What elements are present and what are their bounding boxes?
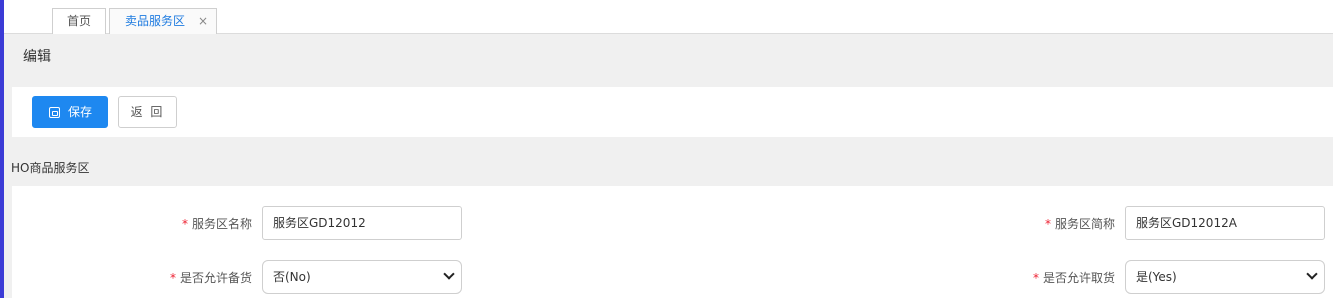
service-area-name-label-text: 服务区名称 <box>191 217 252 231</box>
back-button[interactable]: 返 回 <box>118 96 177 128</box>
allow-pickup-select[interactable]: 是(Yes) <box>1125 260 1325 294</box>
required-mark: * <box>181 217 188 231</box>
chevron-down-icon <box>443 268 455 280</box>
service-area-short-name-label: * 服务区简称 <box>1025 215 1115 232</box>
toolbar: 保存 返 回 <box>12 87 1333 137</box>
required-mark: * <box>1032 271 1039 285</box>
tab-service-area[interactable]: 卖品服务区 × <box>109 8 217 34</box>
tab-home-label: 首页 <box>66 14 91 28</box>
tab-bar: 首页 卖品服务区 × <box>4 0 1333 34</box>
page-header: 编辑 <box>4 35 1333 75</box>
tab-home[interactable]: 首页 <box>52 8 106 34</box>
allow-pickup-label: * 是否允许取货 <box>1015 269 1115 286</box>
edit-form: * 服务区名称 服务区GD12012 * 服务区简称 服务区GD12012A * 是否… <box>12 186 1333 298</box>
allow-stock-value: 否(No) <box>273 270 311 284</box>
allow-pickup-value: 是(Yes) <box>1136 270 1177 284</box>
section-title: HO商品服务区 <box>11 161 90 175</box>
service-area-name-input[interactable]: 服务区GD12012 <box>262 206 462 240</box>
chevron-down-icon <box>1306 268 1318 280</box>
service-area-short-name-input[interactable]: 服务区GD12012A <box>1125 206 1325 240</box>
back-button-label: 返 回 <box>130 105 165 119</box>
section-header: HO商品服务区 <box>4 149 1333 185</box>
required-mark: * <box>169 271 176 285</box>
allow-stock-label: * 是否允许备货 <box>152 269 252 286</box>
required-mark: * <box>1044 217 1051 231</box>
save-button[interactable]: 保存 <box>32 96 108 128</box>
allow-stock-select[interactable]: 否(No) <box>262 260 462 294</box>
save-icon <box>49 107 60 118</box>
tab-service-area-label: 卖品服务区 <box>125 14 186 28</box>
close-icon[interactable]: × <box>198 9 208 33</box>
allow-pickup-label-text: 是否允许取货 <box>1042 271 1115 285</box>
service-area-name-label: * 服务区名称 <box>162 215 252 232</box>
save-button-label: 保存 <box>68 105 93 119</box>
page-title: 编辑 <box>23 49 51 65</box>
service-area-short-name-label-text: 服务区简称 <box>1054 217 1115 231</box>
allow-stock-label-text: 是否允许备货 <box>179 271 252 285</box>
